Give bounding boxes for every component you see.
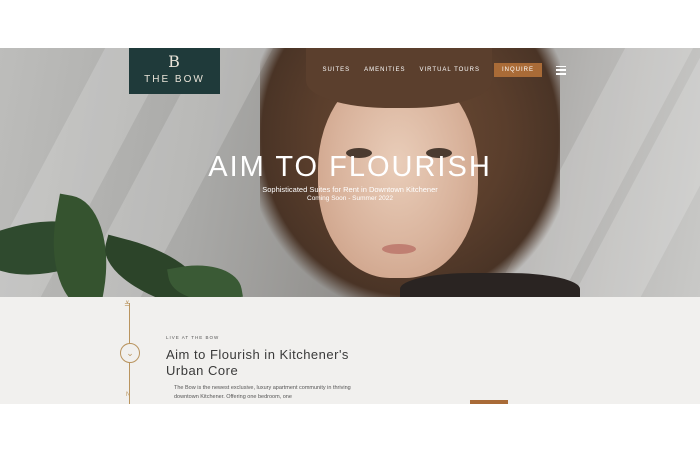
hero-image-shirt — [400, 273, 580, 297]
hero-subtitle: Sophisticated Suites for Rent in Downtow… — [262, 185, 438, 194]
hero-image-lips — [382, 244, 416, 254]
hero-title: AIM TO FLOURISH — [208, 151, 492, 183]
section-title: Aim to Flourish in Kitchener's Urban Cor… — [166, 347, 349, 378]
inquire-button[interactable]: INQUIRE — [493, 63, 542, 77]
hero-section: B THE BOW SUITES AMENITIES VIRTUAL TOURS… — [0, 48, 700, 297]
logo-wordmark: THE BOW — [144, 74, 205, 85]
nav-link-amenities[interactable]: AMENITIES — [364, 67, 405, 73]
website-page: B THE BOW SUITES AMENITIES VIRTUAL TOURS… — [0, 48, 700, 404]
arrow-icon: ≚ — [124, 300, 131, 309]
hamburger-menu-icon[interactable] — [556, 65, 566, 75]
site-logo[interactable]: B THE BOW — [129, 48, 220, 94]
cta-button-partial[interactable] — [470, 400, 508, 404]
section-eyebrow: LIVE AT THE BOW — [166, 335, 220, 340]
main-nav: SUITES AMENITIES VIRTUAL TOURS INQUIRE — [323, 63, 566, 77]
nav-link-virtual-tours[interactable]: VIRTUAL TOURS — [420, 67, 480, 73]
section-body: The Bow is the newest exclusive, luxury … — [174, 385, 351, 400]
side-letter: N — [126, 392, 131, 398]
hero-image-bangs — [306, 48, 492, 108]
hero-tagline: Coming Soon - Summer 2022 — [307, 195, 393, 202]
nav-link-suites[interactable]: SUITES — [323, 67, 351, 73]
intro-section: ≚ ⌄ N LIVE AT THE BOW Aim to Flourish in… — [0, 297, 700, 404]
chevron-down-icon[interactable]: ⌄ — [120, 343, 140, 363]
logo-b-icon: B — [168, 52, 181, 71]
